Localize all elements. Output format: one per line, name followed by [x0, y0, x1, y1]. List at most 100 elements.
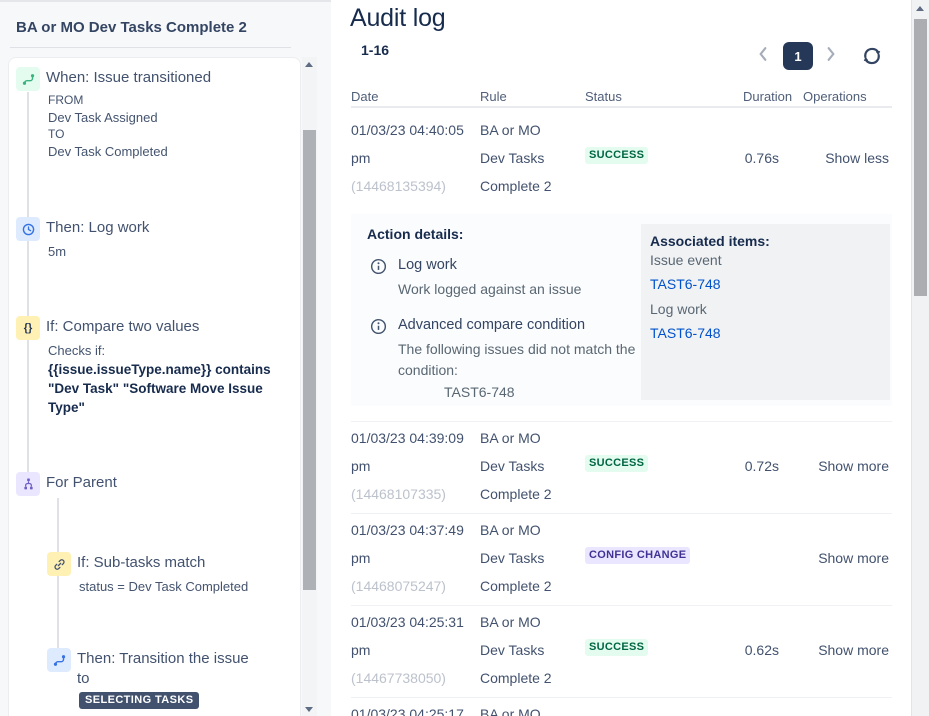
scroll-down-icon[interactable]	[305, 707, 313, 712]
row-date: 01/03/23 04:37:49	[351, 522, 464, 538]
sidebar-scrollbar-thumb[interactable]	[303, 130, 316, 590]
rule-sidebar: BA or MO Dev Tasks Complete 2 When: Issu…	[0, 0, 331, 716]
info-icon	[369, 317, 388, 336]
from-value: Dev Task Assigned	[48, 110, 158, 125]
row-date: 01/03/23 04:25:31	[351, 614, 464, 630]
info-icon	[369, 257, 388, 276]
row-date-meridiem: pm	[351, 550, 371, 566]
audit-row: 01/03/23 04:37:49 pm (14468075247) BA or…	[331, 518, 911, 610]
status-badge: CONFIG CHANGE	[585, 547, 691, 564]
detail-item-desc: Work logged against an issue	[398, 281, 582, 297]
status-badge: SUCCESS	[585, 147, 649, 164]
rule-node-if-compare[interactable]: If: Compare two values	[46, 317, 199, 337]
audit-row: 01/03/23 04:25:31 pm (14467738050) BA or…	[331, 610, 911, 702]
divider	[10, 47, 291, 48]
from-label: FROM	[48, 93, 84, 107]
to-label: TO	[48, 127, 65, 141]
page-scrollbar-thumb[interactable]	[914, 19, 927, 296]
page-title: Audit log	[350, 4, 446, 32]
show-less-link[interactable]: Show less	[789, 150, 889, 166]
row-duration: 0.72s	[744, 458, 779, 474]
subtasks-condition: status = Dev Task Completed	[79, 579, 249, 594]
col-header-operations: Operations	[803, 89, 867, 104]
show-more-link[interactable]: Show more	[789, 458, 889, 474]
status-badge: SUCCESS	[585, 455, 649, 472]
status-badge: SUCCESS	[585, 639, 649, 656]
row-rule-name: BA or MO	[480, 430, 541, 446]
automation-audit-screen: BA or MO Dev Tasks Complete 2 When: Issu…	[0, 0, 929, 716]
rule-node-for-parent[interactable]: For Parent	[46, 473, 117, 493]
show-more-link[interactable]: Show more	[789, 642, 889, 658]
compare-condition: {{issue.issueType.name}} contains "Dev T…	[48, 362, 271, 415]
action-details-heading: Action details:	[367, 226, 464, 242]
row-rule-name: Complete 2	[480, 578, 552, 594]
rule-node-when[interactable]: When: Issue transitioned	[46, 68, 211, 88]
associated-item-label: Issue event	[650, 252, 722, 268]
row-rule-name: Dev Tasks	[480, 458, 545, 474]
scroll-up-icon[interactable]	[916, 6, 924, 11]
row-rule-name: Dev Tasks	[480, 150, 545, 166]
issue-link[interactable]: TAST6-748	[650, 276, 878, 292]
to-value: Dev Task Completed	[48, 144, 168, 159]
divider	[351, 421, 892, 422]
sidebar-scrollbar[interactable]	[302, 57, 317, 716]
scroll-up-icon[interactable]	[305, 62, 313, 67]
row-rule-name: Complete 2	[480, 486, 552, 502]
row-rule-name: BA or MO	[480, 706, 541, 716]
audit-row: 01/03/23 04:40:05 pm (14468135394) BA or…	[331, 118, 911, 210]
results-range: 1-16	[361, 42, 390, 58]
refresh-button[interactable]	[861, 45, 883, 67]
rule-node-then-log[interactable]: Then: Log work	[46, 218, 149, 238]
clock-icon	[16, 217, 40, 241]
log-work-value: 5m	[48, 244, 67, 259]
detail-item-title: Advanced compare condition	[398, 317, 586, 333]
transition-status-badge: SELECTING TASKS	[79, 692, 200, 709]
row-rule-name: Complete 2	[480, 178, 552, 194]
audit-row: 01/03/23 04:25:17 BA or MO	[331, 702, 911, 716]
divider	[351, 697, 892, 698]
next-page-button[interactable]	[826, 47, 840, 63]
row-execution-id: (14468107335)	[351, 486, 446, 502]
transition-icon	[47, 648, 71, 672]
connector-line	[27, 92, 29, 473]
prev-page-button[interactable]	[758, 47, 772, 63]
rule-name: BA or MO Dev Tasks Complete 2	[16, 19, 247, 36]
row-rule-name: Dev Tasks	[480, 642, 545, 658]
page-scrollbar[interactable]	[911, 0, 929, 716]
row-rule-name: BA or MO	[480, 614, 541, 630]
row-detail-panel: Action details: Log work Work logged aga…	[351, 214, 892, 406]
show-more-link[interactable]: Show more	[789, 550, 889, 566]
row-rule-name: BA or MO	[480, 122, 541, 138]
associated-items-heading: Associated items:	[650, 233, 770, 249]
issue-link[interactable]: TAST6-748	[650, 325, 878, 341]
branch-icon	[16, 472, 40, 496]
row-date-meridiem: pm	[351, 642, 371, 658]
associated-items-box: Associated items: Issue event TAST6-748 …	[641, 224, 890, 400]
col-header-duration: Duration	[743, 89, 793, 104]
divider	[351, 106, 892, 108]
divider	[351, 513, 892, 514]
rule-node-then-transition[interactable]: Then: Transition the issue to	[77, 649, 262, 689]
link-icon	[47, 552, 71, 576]
row-rule-name: Complete 2	[480, 670, 552, 686]
row-execution-id: (14468075247)	[351, 578, 446, 594]
row-date-meridiem: pm	[351, 150, 371, 166]
rule-chain-panel: When: Issue transitioned FROM Dev Task A…	[8, 57, 301, 716]
row-execution-id: (14468135394)	[351, 178, 446, 194]
transition-icon	[16, 67, 40, 91]
row-rule-name: Dev Tasks	[480, 550, 545, 566]
row-date: 01/03/23 04:25:17	[351, 706, 464, 716]
checks-if-label: Checks if:	[48, 343, 106, 358]
braces-icon: {}	[16, 316, 40, 340]
col-header-status: Status	[585, 89, 622, 104]
detail-item-title: Log work	[398, 257, 457, 273]
audit-log-panel: Audit log 1-16 1 Date Rule Status Durati…	[331, 0, 911, 716]
row-execution-id: (14467738050)	[351, 670, 446, 686]
row-duration: 0.62s	[744, 642, 779, 658]
current-page-button[interactable]: 1	[783, 42, 813, 70]
row-date: 01/03/23 04:40:05	[351, 122, 464, 138]
rule-node-if-subtasks[interactable]: If: Sub-tasks match	[77, 553, 205, 573]
col-header-date: Date	[351, 89, 379, 104]
col-header-rule: Rule	[480, 89, 507, 104]
row-date: 01/03/23 04:39:09	[351, 430, 464, 446]
